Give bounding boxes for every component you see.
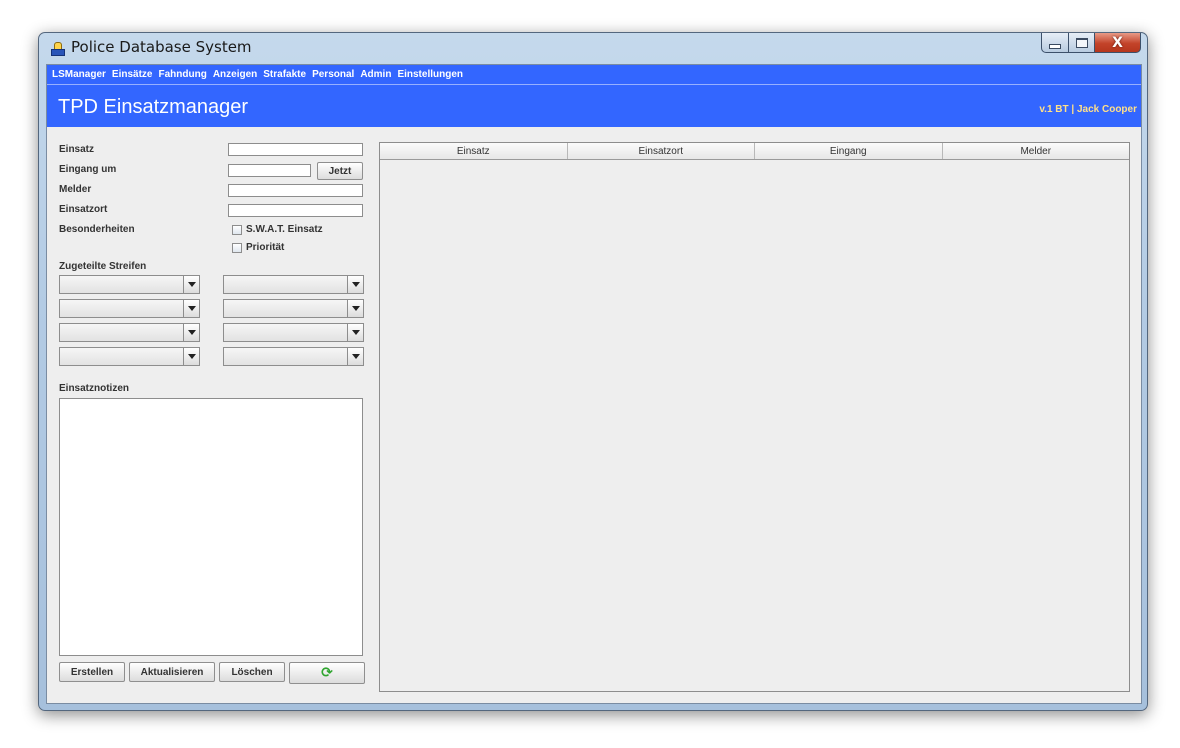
streife-select-8[interactable] <box>223 347 364 366</box>
eingang-input[interactable] <box>228 164 311 177</box>
streife-select-5[interactable] <box>59 323 200 342</box>
streife-select-2[interactable] <box>223 275 364 294</box>
streife-select-7[interactable] <box>59 347 200 366</box>
notizen-textarea[interactable] <box>59 398 363 656</box>
swat-checkbox-label: S.W.A.T. Einsatz <box>246 224 323 235</box>
einsatz-input[interactable] <box>228 143 363 156</box>
prioritaet-checkbox-row[interactable]: Priorität <box>232 242 284 253</box>
chevron-down-icon[interactable] <box>347 324 363 341</box>
einsatzort-input[interactable] <box>228 204 363 217</box>
minimize-button[interactable] <box>1041 33 1069 53</box>
refresh-button[interactable]: ⟳ <box>289 662 365 684</box>
jetzt-button[interactable]: Jetzt <box>317 162 363 180</box>
menu-strafakte[interactable]: Strafakte <box>263 69 306 80</box>
chevron-down-icon[interactable] <box>183 276 199 293</box>
streife-select-1[interactable] <box>59 275 200 294</box>
close-icon: X <box>1112 34 1123 51</box>
app-window: Police Database System X LSManager Einsä… <box>38 32 1148 711</box>
streife-select-6[interactable] <box>223 323 364 342</box>
close-button[interactable]: X <box>1095 33 1141 53</box>
menu-lsmanager[interactable]: LSManager <box>52 69 106 80</box>
chevron-down-icon[interactable] <box>347 348 363 365</box>
page-title: TPD Einsatzmanager <box>58 96 249 118</box>
einsatz-table[interactable]: Einsatz Einsatzort Eingang Melder <box>379 142 1130 692</box>
loeschen-button[interactable]: Löschen <box>219 662 285 682</box>
menu-anzeigen[interactable]: Anzeigen <box>213 69 257 80</box>
refresh-icon: ⟳ <box>321 665 333 681</box>
menu-admin[interactable]: Admin <box>360 69 391 80</box>
melder-label: Melder <box>59 184 92 195</box>
streifen-label: Zugeteilte Streifen <box>59 261 147 272</box>
aktualisieren-button[interactable]: Aktualisieren <box>129 662 215 682</box>
column-header-melder[interactable]: Melder <box>943 143 1130 159</box>
version-user-info: v.1 BT | Jack Cooper <box>1039 104 1137 115</box>
window-title: Police Database System <box>71 38 252 56</box>
besonderheiten-label: Besonderheiten <box>59 224 135 235</box>
prioritaet-checkbox-label: Priorität <box>246 242 285 253</box>
streife-select-3[interactable] <box>59 299 200 318</box>
prioritaet-checkbox[interactable] <box>232 242 242 253</box>
window-controls: X <box>1041 33 1141 53</box>
swat-checkbox-row[interactable]: S.W.A.T. Einsatz <box>232 224 323 235</box>
swat-checkbox[interactable] <box>232 224 242 235</box>
notizen-label: Einsatznotizen <box>59 383 130 394</box>
chevron-down-icon[interactable] <box>183 300 199 317</box>
minimize-icon <box>1049 43 1061 49</box>
menu-einstellungen[interactable]: Einstellungen <box>397 69 463 80</box>
chevron-down-icon[interactable] <box>347 276 363 293</box>
chevron-down-icon[interactable] <box>183 324 199 341</box>
einsatz-label: Einsatz <box>59 144 95 155</box>
menu-personal[interactable]: Personal <box>312 69 354 80</box>
title-bar[interactable]: Police Database System X <box>39 33 1147 63</box>
menu-fahndung[interactable]: Fahndung <box>158 69 206 80</box>
maximize-icon <box>1075 37 1088 48</box>
melder-input[interactable] <box>228 184 363 197</box>
erstellen-button[interactable]: Erstellen <box>59 662 125 682</box>
chevron-down-icon[interactable] <box>183 348 199 365</box>
menu-einsaetze[interactable]: Einsätze <box>112 69 153 80</box>
column-header-einsatz[interactable]: Einsatz <box>380 143 568 159</box>
maximize-button[interactable] <box>1069 33 1095 53</box>
police-light-icon <box>51 42 65 56</box>
eingang-label: Eingang um <box>59 164 117 175</box>
column-header-einsatzort[interactable]: Einsatzort <box>568 143 755 159</box>
streife-select-4[interactable] <box>223 299 364 318</box>
page-header: TPD Einsatzmanager v.1 BT | Jack Cooper <box>47 85 1141 127</box>
client-area: LSManager Einsätze Fahndung Anzeigen Str… <box>46 64 1142 704</box>
chevron-down-icon[interactable] <box>347 300 363 317</box>
einsatzort-label: Einsatzort <box>59 204 108 215</box>
menu-bar: LSManager Einsätze Fahndung Anzeigen Str… <box>47 65 1141 85</box>
table-header: Einsatz Einsatzort Eingang Melder <box>380 143 1129 160</box>
column-header-eingang[interactable]: Eingang <box>755 143 943 159</box>
